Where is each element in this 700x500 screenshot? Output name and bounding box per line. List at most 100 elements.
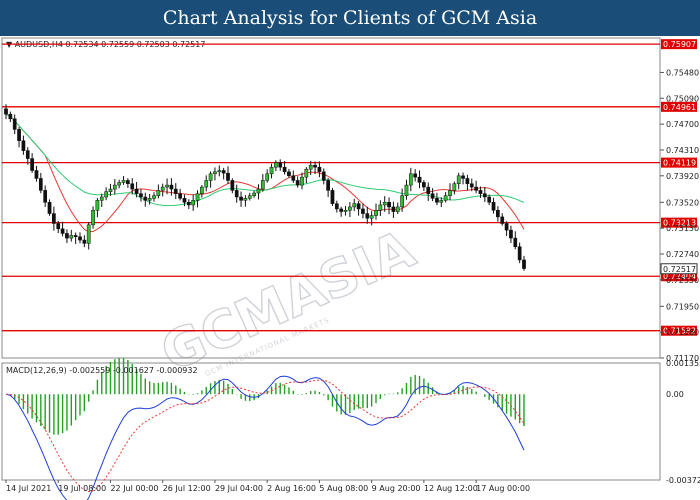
candle-body	[308, 164, 313, 170]
candle-body	[334, 203, 339, 210]
price-tick-label: 0.72350	[666, 276, 699, 285]
candle-body	[160, 186, 165, 191]
candle-body	[287, 171, 291, 177]
candle-body	[139, 193, 143, 198]
watermark: GCMASIAGCM INTERNATIONAL MARKETS	[152, 219, 424, 385]
time-tick-label: 12 Aug 12:00	[424, 484, 478, 493]
candle-body	[108, 188, 113, 192]
candle-body	[300, 176, 304, 186]
candle-body	[178, 193, 182, 199]
level-label: 0.75907	[663, 40, 696, 49]
candle-body	[252, 192, 256, 196]
candle-body	[408, 173, 413, 186]
candle-body	[230, 180, 235, 191]
candle-body	[387, 202, 391, 208]
candle-body	[326, 180, 330, 191]
ma-slow-line	[5, 113, 525, 207]
candle-body	[330, 190, 335, 204]
candle-body	[304, 168, 309, 178]
candle-body	[38, 178, 43, 191]
candle-body	[143, 196, 148, 201]
candle-body	[152, 195, 156, 199]
candle-body	[12, 118, 17, 130]
price-tick-label: 0.75090	[666, 94, 699, 103]
time-tick-label: 5 Aug 08:00	[319, 484, 368, 493]
moving-averages	[5, 113, 525, 233]
price-tick-label: 0.75480	[666, 68, 699, 77]
candle-body	[260, 180, 265, 190]
level-label: 0.74961	[663, 103, 696, 112]
candle-body	[352, 203, 357, 208]
ma-fast-line	[5, 113, 525, 233]
candle-body	[25, 150, 30, 159]
candle-body	[234, 190, 239, 198]
candle-body	[491, 202, 496, 211]
candle-body	[86, 224, 91, 244]
macd-tick-label: -0.003724	[666, 476, 700, 485]
candle-body	[117, 182, 122, 186]
macd-panel: MACD(12,26,9) -0.002559 -0.001627 -0.000…	[5, 357, 700, 500]
candle-body	[413, 173, 418, 178]
macd-panel-frame	[1, 362, 661, 481]
candle-body	[278, 162, 283, 168]
candle-body	[56, 223, 61, 230]
candle-body	[456, 175, 461, 185]
time-tick-label: 26 Jul 12:00	[163, 484, 211, 493]
candle-body	[130, 183, 135, 190]
price-tick-label: 0.74310	[666, 146, 699, 155]
candlesticks	[4, 104, 526, 271]
price-tick-label: 0.72740	[666, 250, 699, 259]
candle-body	[73, 235, 78, 238]
time-tick-label: 14 Jul 2021	[6, 484, 51, 493]
candle-body	[78, 236, 82, 241]
price-tick-label: 0.73130	[666, 224, 699, 233]
candle-body	[173, 188, 178, 194]
candle-body	[365, 213, 370, 219]
candle-body	[321, 171, 326, 181]
time-tick-label: 9 Aug 20:00	[372, 484, 421, 493]
candle-body	[256, 188, 261, 194]
candle-body	[8, 113, 13, 120]
candle-body	[69, 235, 74, 239]
candle-body	[247, 195, 252, 199]
watermark-text: GCMASIA	[153, 219, 424, 384]
candle-body	[147, 198, 152, 201]
candle-body	[134, 188, 139, 194]
candle-body	[208, 173, 213, 181]
candle-body	[126, 180, 130, 185]
candle-body	[339, 208, 344, 212]
candle-body	[43, 190, 48, 203]
chart-canvas: GCMASIAGCM INTERNATIONAL MARKETS ▼ AUDUS…	[1, 37, 700, 500]
candle-body	[226, 172, 230, 181]
candle-body	[165, 184, 169, 188]
candle-body	[487, 196, 492, 203]
candle-body	[17, 129, 21, 141]
candle-body	[378, 204, 383, 211]
candle-body	[104, 191, 108, 198]
candle-body	[34, 170, 39, 179]
candle-body	[295, 180, 300, 186]
price-tick-label: 0.71170	[666, 354, 699, 363]
candle-body	[52, 213, 56, 224]
candle-body	[500, 216, 505, 224]
candle-body	[217, 170, 222, 173]
candle-body	[391, 206, 396, 212]
macd-label: MACD(12,26,9) -0.002559 -0.001627 -0.000…	[6, 366, 198, 375]
candle-body	[400, 195, 404, 208]
candle-body	[121, 180, 126, 183]
candle-body	[186, 202, 191, 206]
candle-body	[112, 184, 117, 190]
price-tick-label: 0.71950	[666, 302, 699, 311]
candle-body	[204, 180, 209, 188]
candle-body	[430, 193, 435, 199]
candle-body	[504, 223, 509, 231]
candle-body	[221, 170, 226, 174]
candle-body	[282, 166, 287, 173]
candle-body	[443, 195, 448, 201]
candle-body	[452, 183, 457, 191]
chart-title: Chart Analysis for Clients of GCM Asia	[0, 0, 700, 36]
time-tick-label: 17 Aug 00:00	[476, 484, 530, 493]
candle-body	[382, 202, 387, 206]
candle-body	[404, 184, 409, 196]
candle-body	[191, 200, 196, 206]
